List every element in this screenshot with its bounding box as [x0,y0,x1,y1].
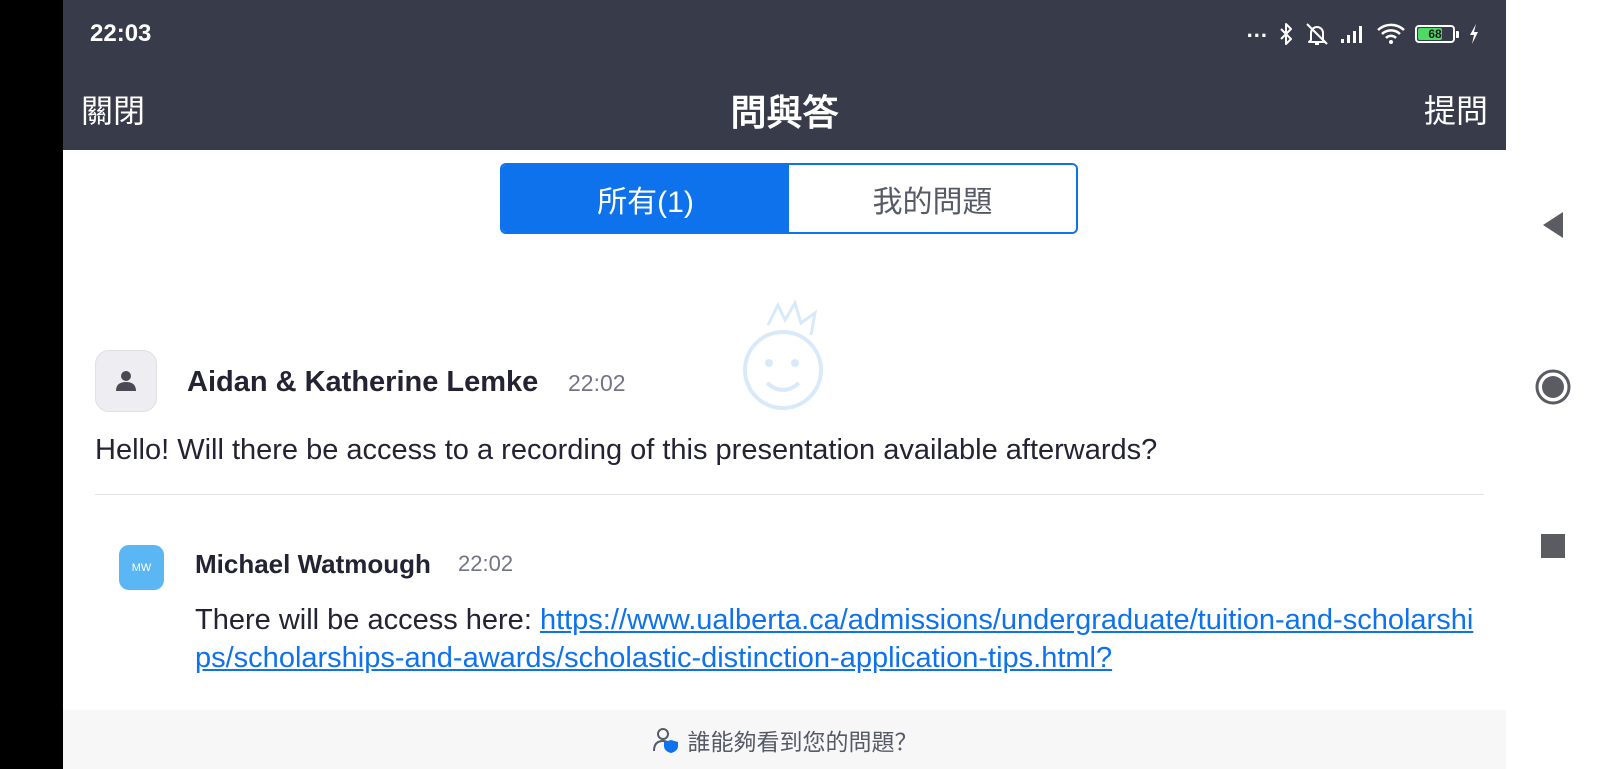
signal-icon [1341,26,1362,43]
more-dots: ... [1246,17,1268,42]
answer-text: There will be access here: https://www.u… [195,601,1485,677]
privacy-shield-icon [652,727,678,753]
tab-all[interactable]: 所有(1) [502,165,789,232]
answer-text-prefix: There will be access here: [195,604,540,636]
nav-recents-button[interactable] [1506,533,1600,559]
person-icon [116,371,136,391]
app-screen: 22:03 ... 68 關閉 問與答 提問 所有(1) 我的問題 Aidan … [63,0,1506,769]
header-bar: 22:03 ... 68 關閉 問與答 提問 [63,0,1506,150]
page-title: 問與答 [730,92,839,133]
mute-icon [1306,23,1328,45]
watermark-logo [743,299,823,410]
ask-question-button[interactable]: 提問 [1424,86,1488,132]
privacy-info-text: 誰能夠看到您的問題？ [687,728,918,755]
wifi-icon [1377,23,1405,44]
status-time: 22:03 [90,20,152,47]
question-avatar [95,350,157,412]
screen-bezel [0,0,63,769]
divider [95,494,1484,495]
answer-time: 22:02 [458,551,514,576]
tab-my-questions[interactable]: 我的問題 [789,165,1076,232]
bluetooth-icon [1280,23,1292,45]
question-author: Aidan & Katherine Lemke [187,366,539,398]
tab-switcher: 所有(1) 我的問題 [500,163,1078,234]
battery-cap [1456,30,1459,38]
nav-back-button[interactable] [1506,210,1600,240]
android-nav-bar [1506,0,1600,769]
question-time: 22:02 [568,370,626,396]
home-icon [1535,369,1571,405]
charging-icon [1470,24,1478,44]
back-icon [1543,212,1563,238]
recents-icon [1541,534,1565,558]
device-frame: 22:03 ... 68 關閉 問與答 提問 所有(1) 我的問題 Aidan … [0,0,1600,769]
battery-icon: 68 [1415,25,1455,43]
battery-level: 68 [1428,27,1442,41]
nav-home-button[interactable] [1506,368,1600,406]
status-icons: ... 68 [1247,19,1480,49]
privacy-info-button[interactable]: 誰能夠看到您的問題？ [63,710,1506,769]
question-text: Hello! Will there be access to a recordi… [95,434,1158,466]
answer-avatar: MW [119,545,164,590]
answer-author: Michael Watmough [195,549,431,579]
